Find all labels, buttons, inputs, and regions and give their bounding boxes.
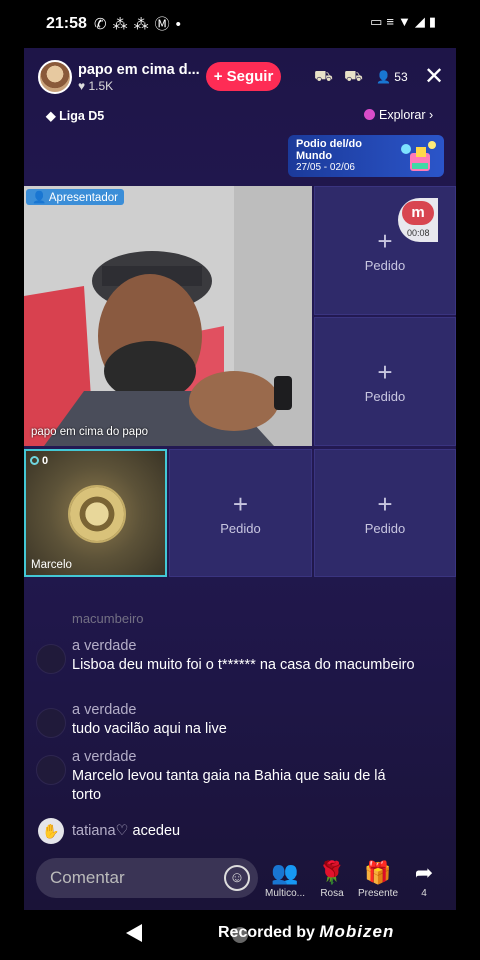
signal-icon: ◢	[414, 14, 429, 29]
share-icon: ➦	[414, 860, 434, 885]
plus-icon: +	[232, 488, 249, 519]
guest-tile-marcelo[interactable]: 0 Marcelo	[24, 449, 167, 577]
wave-icon[interactable]: ✋	[38, 818, 64, 844]
host-video-frame	[24, 186, 312, 446]
slot-label: Pedido	[220, 520, 261, 536]
host-name[interactable]: papo em cima d...	[78, 62, 200, 78]
app-icon: ⁂	[112, 16, 134, 33]
comment-input[interactable]: Comentar ☺	[36, 858, 258, 898]
host-likes: ♥ 1.5K	[78, 78, 114, 93]
action-label: Presente	[357, 888, 399, 899]
chat-text: Lisboa deu muito foi o t****** na casa d…	[72, 657, 415, 673]
host-profile[interactable]: papo em cima d... ♥ 1.5K	[38, 60, 200, 94]
diamond-icon: ◆	[46, 109, 56, 123]
rose-icon: 🌹	[318, 860, 346, 885]
host-video[interactable]: 👤 Apresentador papo em cima do papo	[24, 186, 312, 446]
rose-button[interactable]: 🌹 Rosa	[309, 860, 355, 899]
person-icon: 👤	[32, 192, 47, 204]
explore-icon	[364, 109, 375, 120]
chat-user[interactable]: a verdade	[72, 749, 137, 765]
host-role-badge: 👤 Apresentador	[26, 189, 124, 205]
chat-text: Marcelo levou tanta gaia na Bahia que sa…	[72, 768, 386, 803]
host-avatar[interactable]	[38, 60, 72, 94]
slot-label: Pedido	[364, 520, 406, 536]
guest-slot[interactable]: + Pedido	[169, 449, 312, 577]
trophy-art-icon	[401, 141, 436, 171]
multiguest-icon: 👥	[271, 860, 299, 885]
back-icon[interactable]	[126, 924, 142, 942]
system-icons: ▭≡▼◢▮	[370, 14, 440, 30]
screen-recorder-bubble[interactable]: m 00:08	[398, 198, 438, 242]
slot-label: Pedido	[364, 258, 406, 273]
mobizen-icon: Ⓜ	[154, 16, 176, 33]
guest-slot[interactable]: + Pedido	[314, 317, 456, 446]
league-badge[interactable]: ◆ Liga D5	[46, 108, 104, 123]
battery-icon: ▮	[428, 14, 440, 29]
plus-icon: +	[377, 226, 393, 256]
system-nav-bar: Recorded by Mobizen	[0, 910, 480, 960]
guest-icon	[30, 456, 39, 465]
gift-button[interactable]: 🎁 Presente	[355, 860, 401, 899]
whatsapp-icon: ✆	[94, 16, 113, 33]
follow-button[interactable]: + Seguir	[206, 62, 281, 91]
status-bar: 21:58 ✆⁂⁂Ⓜ• ▭≡▼◢▮	[0, 0, 480, 48]
sofa-icon[interactable]: ⛟	[314, 68, 333, 87]
chat-avatar[interactable]	[36, 755, 66, 785]
guest-name: Marcelo	[31, 559, 72, 571]
banner-title: Podio del/do Mundo	[296, 138, 362, 162]
chat-cut-line: macumbeiro	[72, 611, 144, 626]
app-icon: ⁂	[133, 16, 155, 33]
action-label: 4	[421, 888, 427, 899]
person-icon: 👤	[376, 70, 391, 84]
viewer-count[interactable]: 👤 53	[376, 70, 408, 84]
live-stream-screen: papo em cima d... ♥ 1.5K + Seguir ⛟ ⛟ 👤 …	[24, 48, 456, 910]
banner-dates: 27/05 - 02/06	[296, 162, 355, 173]
chat-avatar[interactable]	[36, 644, 66, 674]
host-video-name: papo em cima do papo	[31, 426, 148, 438]
close-button[interactable]: ✕	[424, 62, 444, 91]
guest-slot[interactable]: + Pedido	[314, 449, 456, 577]
recorded-by-watermark: Recorded by Mobizen	[218, 922, 395, 941]
sofa-icon[interactable]: ⛟	[344, 68, 363, 87]
recorder-logo: m	[402, 201, 434, 225]
multiguest-button[interactable]: 👥 Multico...	[262, 860, 308, 899]
chevron-right-icon: ›	[429, 108, 434, 122]
comment-placeholder: Comentar	[50, 868, 125, 887]
cast-icon: ▭	[370, 14, 387, 29]
chat-user[interactable]: a verdade	[72, 638, 137, 654]
guest-avatar-emblem	[68, 485, 126, 543]
explore-link[interactable]: Explorar ›	[364, 108, 433, 122]
chat-text: tudo vacilão aqui na live	[72, 721, 227, 737]
event-banner[interactable]: Podio del/do Mundo 27/05 - 02/06	[288, 135, 444, 177]
emoji-icon[interactable]: ☺	[224, 865, 250, 891]
action-label: Multico...	[264, 888, 305, 899]
join-event: ✋ tatiana♡ acedeu	[38, 818, 180, 844]
guest-count-badge: 0	[30, 455, 48, 467]
chat-user[interactable]: a verdade	[72, 702, 137, 718]
notification-icons: ✆⁂⁂Ⓜ•	[94, 13, 187, 34]
plus-icon: +	[377, 357, 393, 387]
wifi-icon: ▼	[397, 14, 415, 29]
join-user[interactable]: tatiana♡	[72, 823, 129, 839]
chat-avatar[interactable]	[36, 708, 66, 738]
action-label: Rosa	[320, 888, 344, 899]
recorder-timer: 00:08	[407, 228, 430, 238]
join-action: acedeu	[132, 823, 181, 839]
gift-icon: 🎁	[364, 860, 392, 885]
slot-label: Pedido	[364, 389, 406, 404]
volte-icon: ≡	[386, 14, 398, 29]
status-time: 21:58	[46, 15, 87, 32]
plus-icon: +	[377, 488, 393, 519]
share-button[interactable]: ➦ 4	[401, 860, 447, 899]
dot-icon: •	[175, 16, 187, 33]
